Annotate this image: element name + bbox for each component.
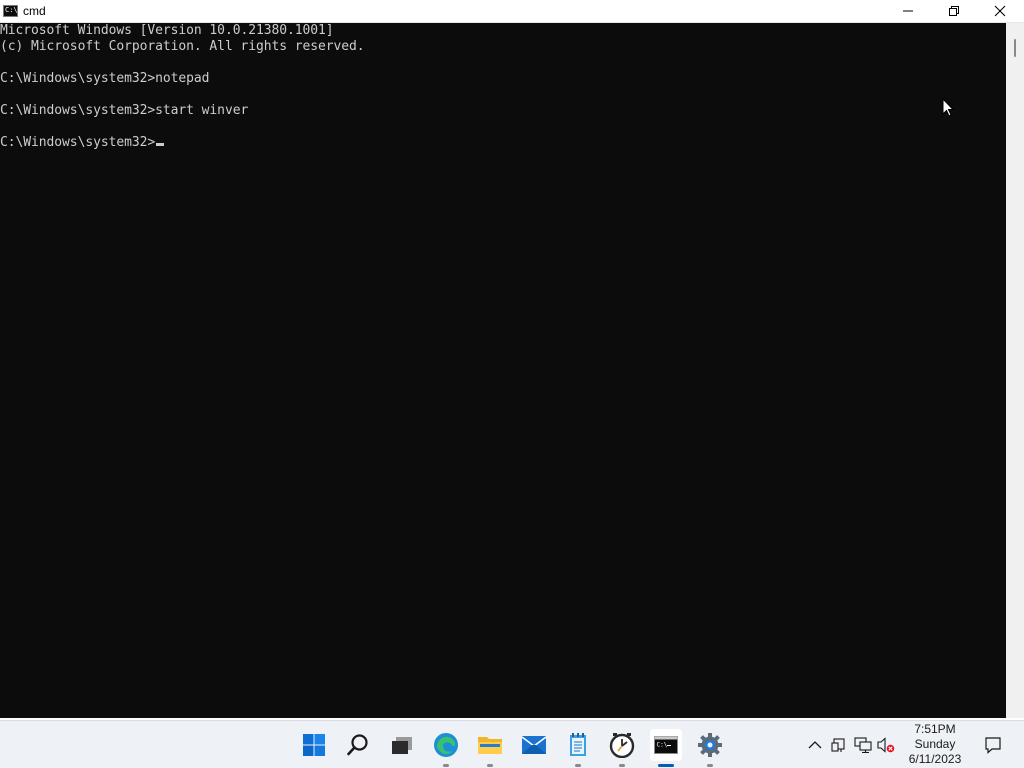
mouse-pointer-icon xyxy=(942,98,954,117)
running-indicator xyxy=(575,764,581,767)
search-icon xyxy=(347,734,368,756)
title-bar[interactable]: C:\ cmd xyxy=(0,0,1024,23)
task-view-button[interactable] xyxy=(386,729,418,761)
network-icon xyxy=(854,737,872,753)
notepad-button[interactable] xyxy=(562,729,594,767)
clock-app-button[interactable] xyxy=(606,729,638,767)
start-button[interactable] xyxy=(298,729,330,761)
taskbar: C:\ 7:51PM Sunday 6/11/2023 xyxy=(0,720,1024,768)
notification-center-button[interactable] xyxy=(982,734,1004,756)
chevron-up-icon xyxy=(808,741,822,749)
edge-icon xyxy=(434,733,458,757)
volume-muted-icon xyxy=(877,737,895,753)
settings-button[interactable] xyxy=(694,729,726,767)
cmd-app-icon[interactable]: C:\ xyxy=(3,5,18,17)
running-indicator xyxy=(443,764,449,767)
tray-device-button[interactable] xyxy=(830,736,848,754)
clock-time: 7:51PM xyxy=(914,722,956,736)
scrollbar-thumb[interactable] xyxy=(1014,39,1016,57)
console-output[interactable]: Microsoft Windows [Version 10.0.21380.10… xyxy=(0,23,1006,719)
notepad-icon xyxy=(570,733,586,756)
gear-icon xyxy=(698,733,722,757)
active-window-indicator xyxy=(658,764,674,767)
edge-button[interactable] xyxy=(430,729,462,767)
file-explorer-button[interactable] xyxy=(474,729,506,767)
console-line: (c) Microsoft Corporation. All rights re… xyxy=(0,39,365,54)
cmd-button[interactable]: C:\ xyxy=(650,729,682,767)
running-indicator xyxy=(707,764,713,767)
close-icon xyxy=(994,5,1006,17)
network-button[interactable] xyxy=(854,736,872,754)
window-title: cmd xyxy=(23,4,46,18)
device-icon xyxy=(831,738,845,752)
console-line: C:\Windows\system32>notepad xyxy=(0,71,210,86)
running-indicator xyxy=(619,764,625,767)
text-cursor xyxy=(156,143,165,146)
vertical-scrollbar[interactable] xyxy=(1006,23,1024,719)
console-prompt-line[interactable]: C:\Windows\system32> xyxy=(0,135,165,151)
taskbar-clock[interactable]: 7:51PM Sunday 6/11/2023 xyxy=(900,722,970,767)
cmd-icon: C:\ xyxy=(654,736,678,754)
show-hidden-icons-button[interactable] xyxy=(806,736,824,754)
svg-text:C:\: C:\ xyxy=(657,742,668,749)
console-line: C:\Windows\system32>start winver xyxy=(0,103,249,118)
notification-icon xyxy=(985,737,1001,754)
console-line: Microsoft Windows [Version 10.0.21380.10… xyxy=(0,23,334,38)
mail-button[interactable] xyxy=(518,729,550,761)
volume-button[interactable] xyxy=(877,736,895,754)
console-prompt: C:\Windows\system32> xyxy=(0,135,156,150)
minimize-button[interactable] xyxy=(885,0,931,22)
minimize-icon xyxy=(903,10,913,12)
restore-icon xyxy=(949,6,959,16)
clock-day: Sunday xyxy=(914,737,956,751)
mail-icon xyxy=(521,736,547,754)
windows-logo-icon xyxy=(303,734,325,756)
close-button[interactable] xyxy=(977,0,1023,22)
running-indicator xyxy=(487,764,493,767)
restore-button[interactable] xyxy=(931,0,977,22)
folder-icon xyxy=(478,737,502,754)
cmd-app-icon-glyph: C:\ xyxy=(5,6,18,14)
clock-date: 6/11/2023 xyxy=(908,752,962,766)
search-button[interactable] xyxy=(342,729,374,761)
task-view-icon xyxy=(392,737,412,754)
clock-icon xyxy=(609,733,635,758)
